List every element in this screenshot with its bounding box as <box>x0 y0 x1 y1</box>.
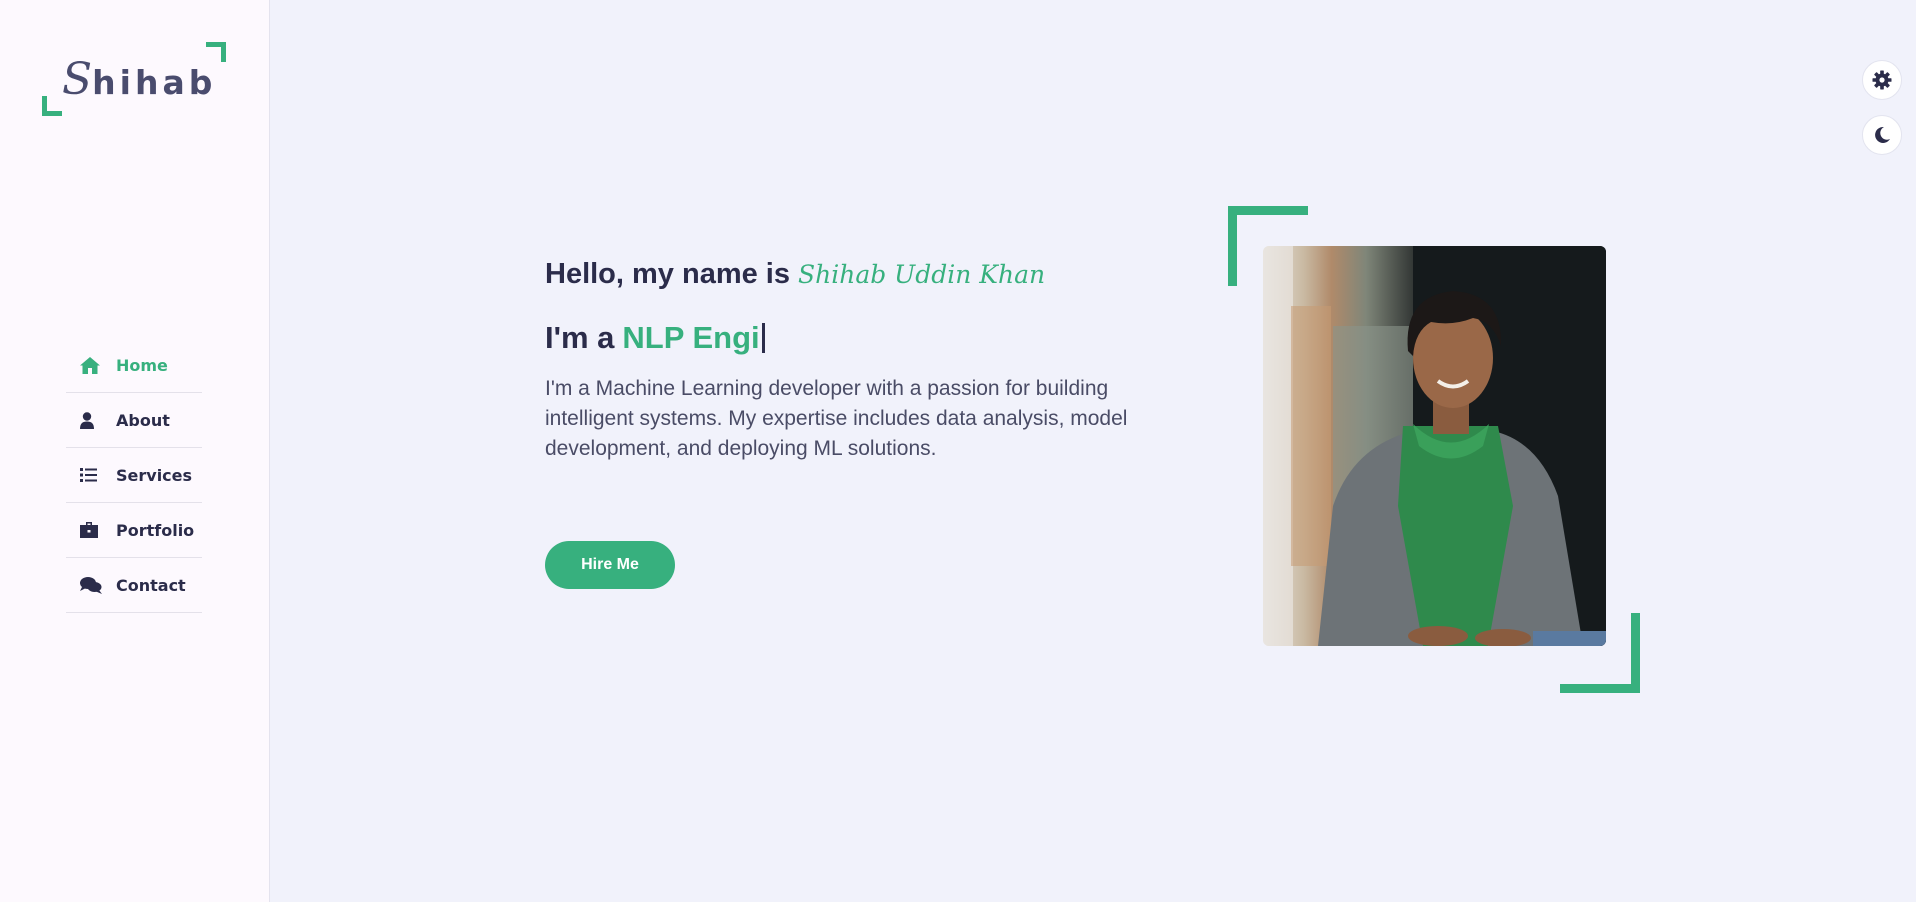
settings-button[interactable] <box>1862 60 1902 100</box>
profile-photo <box>1263 246 1606 646</box>
profile-photo-frame <box>1228 206 1640 693</box>
nav-label-contact: Contact <box>116 575 186 595</box>
nav-label-home: Home <box>116 355 168 375</box>
hero-name: Shihab Uddin Khan <box>798 260 1046 289</box>
moon-icon <box>1875 126 1890 143</box>
briefcase-icon <box>80 521 104 539</box>
greeting-heading: Hello, my name is Shihab Uddin Khan <box>545 258 1185 302</box>
role-heading: I'm a NLP Engi <box>545 318 1185 358</box>
home-icon <box>80 356 104 374</box>
nav-item-home[interactable]: Home <box>66 338 202 393</box>
hero-section: Hello, my name is Shihab Uddin Khan I'm … <box>545 258 1185 464</box>
comments-icon <box>80 576 104 594</box>
main-nav: Home About Services Portfolio Contact <box>66 338 202 613</box>
nav-item-about[interactable]: About <box>66 393 202 448</box>
logo-first-letter: S <box>62 54 93 105</box>
gear-icon <box>1872 70 1892 90</box>
greeting-text: Hello, my name is <box>545 258 790 290</box>
hire-me-button[interactable]: Hire Me <box>545 541 675 589</box>
logo[interactable]: Shihab <box>42 42 226 116</box>
hero-description: I'm a Machine Learning developer with a … <box>545 377 1128 460</box>
typing-cursor <box>761 323 765 353</box>
sidebar: Shihab Home About Services Portfolio Con… <box>0 0 270 902</box>
nav-label-services: Services <box>116 465 193 485</box>
nav-label-portfolio: Portfolio <box>116 520 195 540</box>
nav-item-portfolio[interactable]: Portfolio <box>66 503 202 558</box>
logo-corner-bottom-left <box>42 96 62 116</box>
nav-label-about: About <box>116 410 170 430</box>
theme-toggle-button[interactable] <box>1862 115 1902 155</box>
nav-item-contact[interactable]: Contact <box>66 558 202 613</box>
nav-item-services[interactable]: Services <box>66 448 202 503</box>
role-typed-text: NLP Engi <box>622 320 760 355</box>
logo-rest: hihab <box>92 63 217 102</box>
user-icon <box>80 411 104 429</box>
list-icon <box>80 466 104 484</box>
logo-text: Shihab <box>62 54 216 105</box>
role-prefix: I'm a <box>545 320 615 355</box>
